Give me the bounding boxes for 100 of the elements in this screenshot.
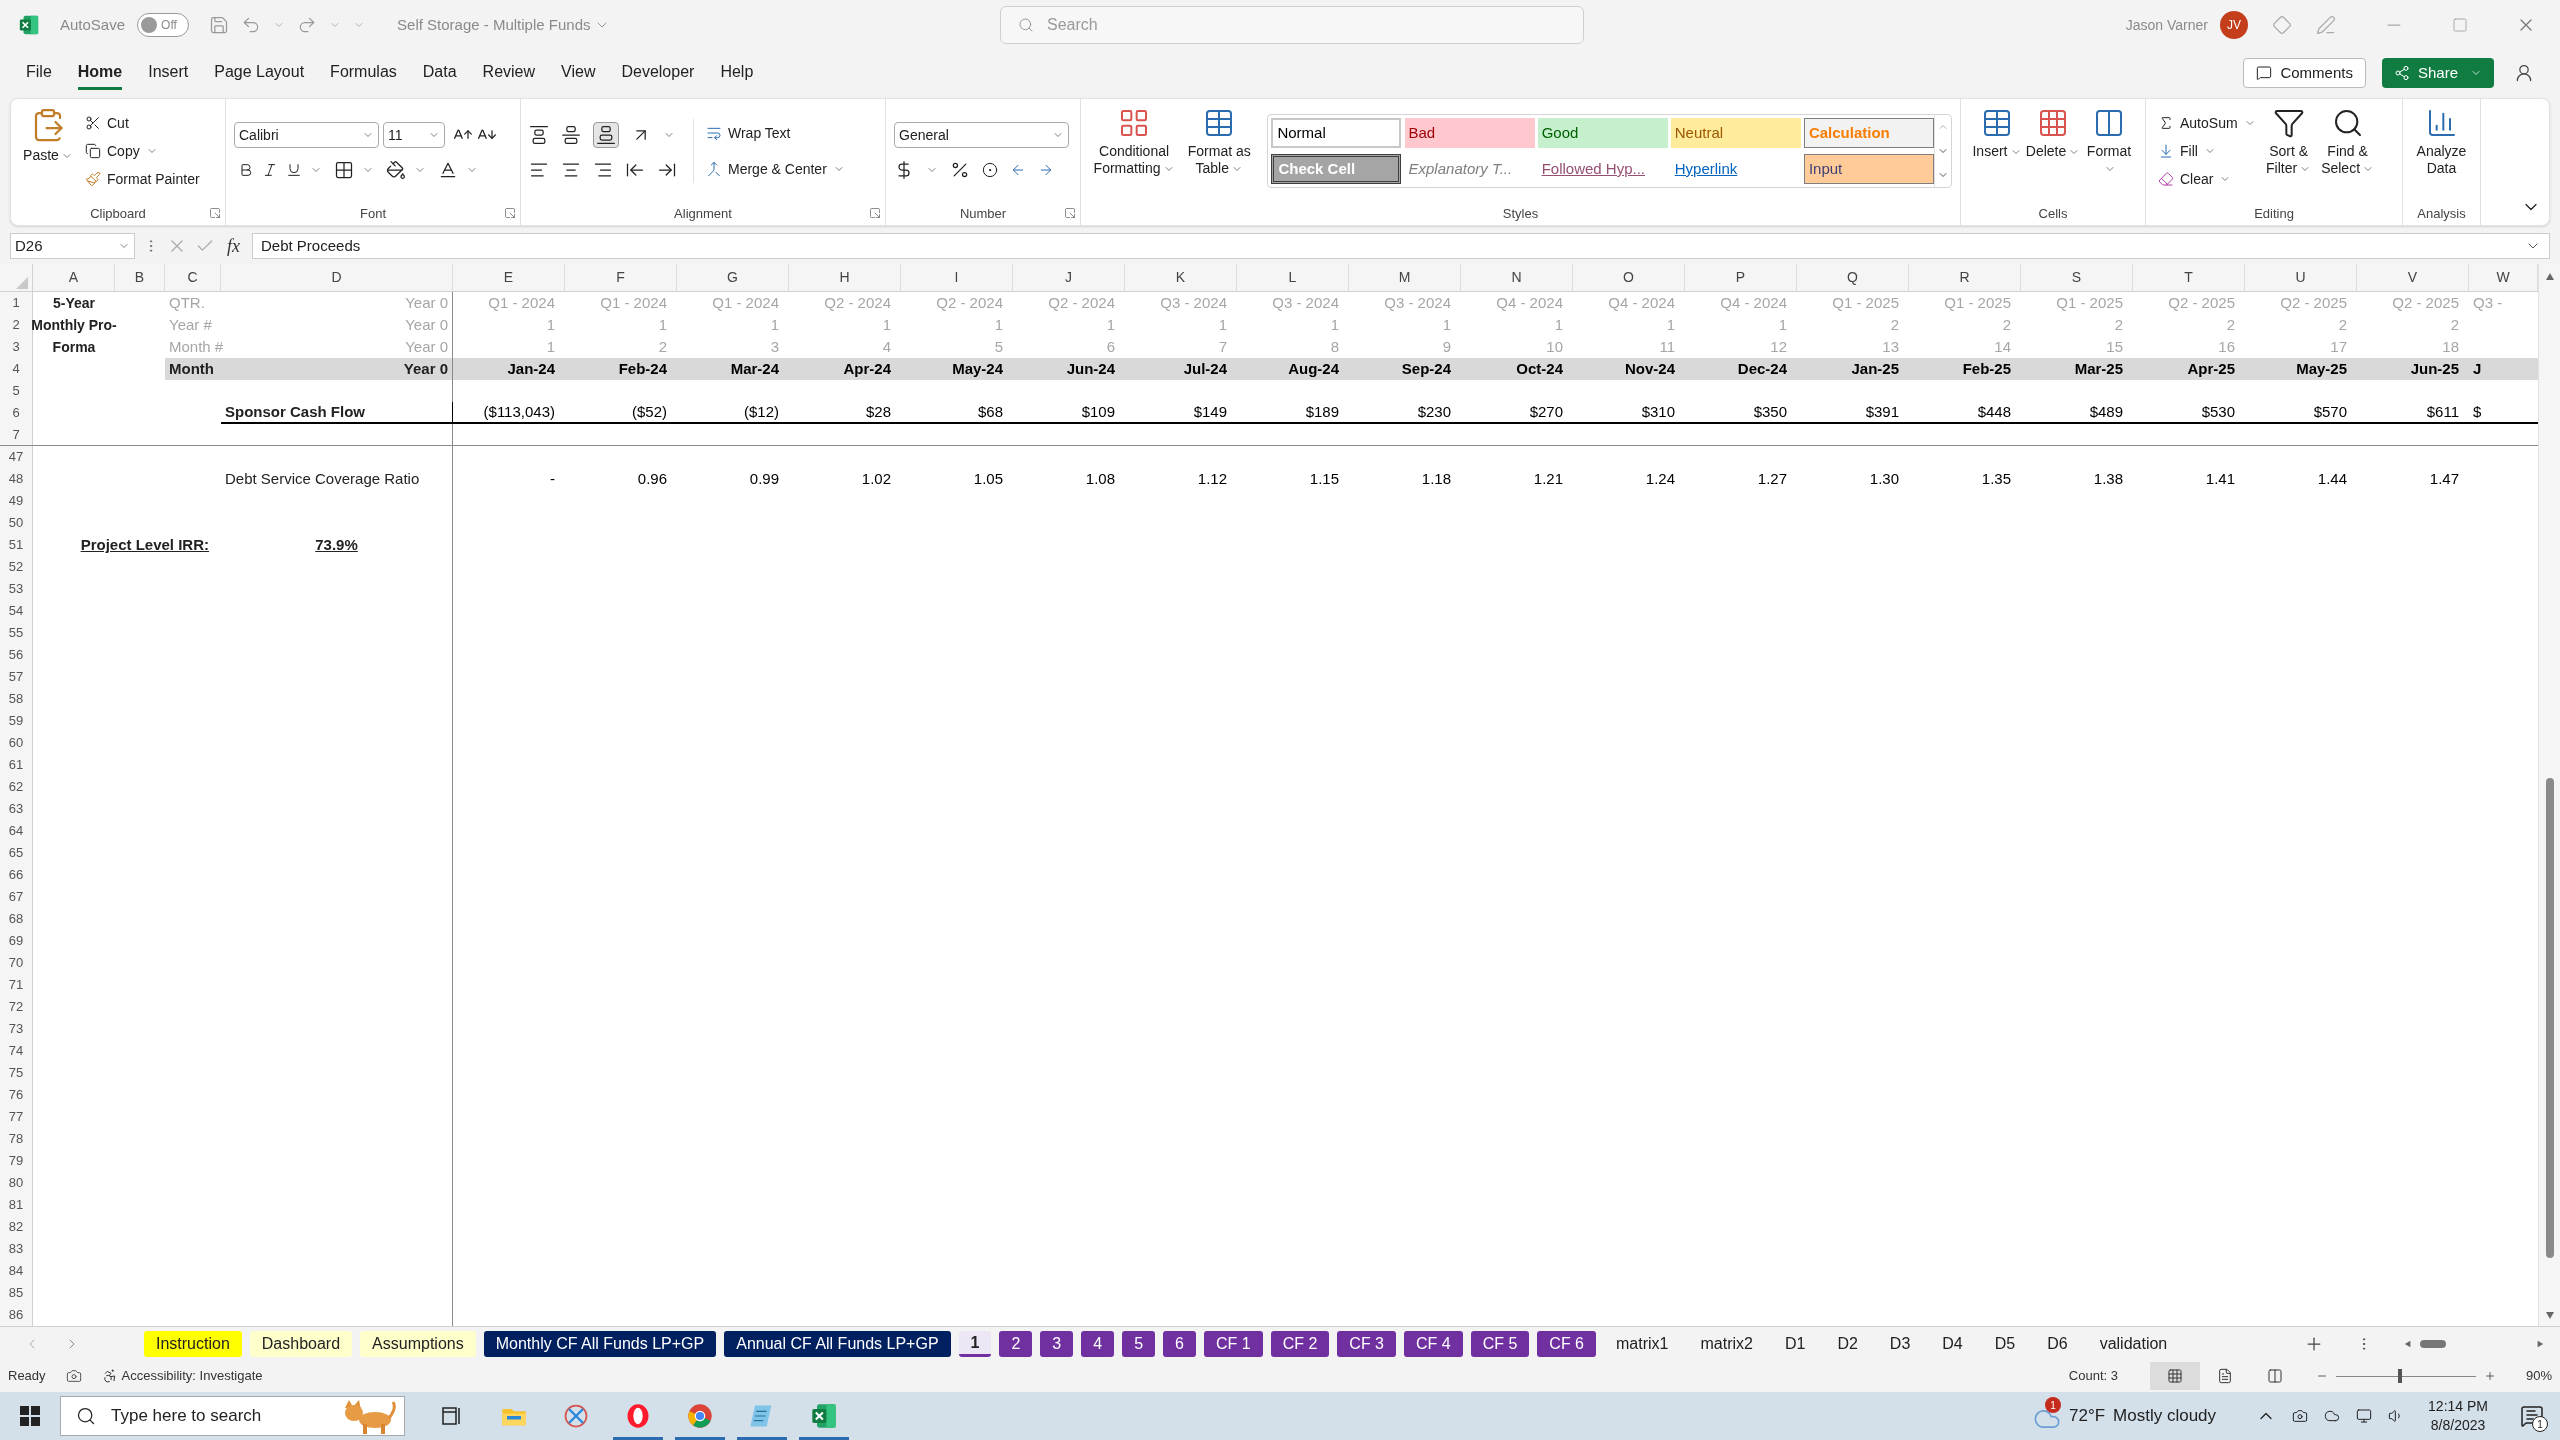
sheet-tab[interactable]: matrix1 [1604,1330,1681,1357]
wrap-text-button[interactable]: Wrap Text [702,119,849,147]
column-header[interactable]: D [331,267,342,288]
sheet-tab[interactable]: CF 2 [1270,1330,1330,1357]
accessibility-button[interactable]: Accessibility: Investigate [101,1366,263,1386]
sheet-tab[interactable]: 6 [1163,1330,1196,1357]
conditional-formatting-button[interactable]: Conditional Formatting [1089,103,1180,199]
sheet-tab[interactable]: Annual CF All Funds LP+GP [724,1330,951,1357]
ribbon-tab[interactable]: View [561,56,596,90]
column-header[interactable]: P [1735,267,1746,288]
dialog-launcher-icon[interactable] [869,207,881,219]
cut-button[interactable]: Cut [81,109,204,137]
ribbon-tab[interactable]: Review [482,56,536,90]
increase-decimal-icon[interactable] [1010,162,1026,178]
format-as-table-button[interactable]: Format as Table [1179,103,1260,199]
sheet-tab[interactable]: D5 [1982,1330,2028,1357]
formula-field[interactable]: Debt Proceeds [252,233,2550,259]
column-header[interactable]: S [2071,267,2082,288]
delete-button[interactable]: Delete [2025,103,2081,199]
dialog-launcher-icon[interactable] [209,207,221,219]
fill-color-icon[interactable] [386,160,406,180]
underline-icon[interactable] [286,162,302,178]
name-box[interactable]: D26 [10,233,135,259]
zoom-level[interactable]: 90% [2512,1366,2552,1386]
sheet-tab[interactable]: CF 6 [1537,1330,1596,1357]
copy-button[interactable]: Copy [81,137,204,165]
browser-icon[interactable] [686,1402,714,1430]
weather-widget[interactable]: 1 72°F Mostly cloudy [2025,1393,2225,1439]
column-header[interactable]: R [1959,267,1970,288]
font-size-field[interactable]: 11 [383,122,445,148]
format-button[interactable]: Format [2081,103,2137,199]
top-align-icon[interactable] [529,125,549,145]
insert-function-label[interactable]: fx [223,232,244,260]
scroll-up-icon[interactable] [2544,272,2555,282]
column-header[interactable]: M [1398,267,1411,288]
column-header[interactable]: H [839,267,850,288]
column-header[interactable]: E [503,267,514,288]
ribbon-tab[interactable]: Insert [148,56,189,90]
clock[interactable]: 12:14 PM 8/8/2023 [2428,1397,2488,1435]
sheet-tab[interactable]: D1 [1772,1330,1818,1357]
bold-icon[interactable] [238,162,254,178]
sheet-tab[interactable]: matrix2 [1688,1330,1765,1357]
column-header[interactable]: J [1065,267,1072,288]
ribbon-tab[interactable]: Help [720,56,754,90]
dialog-launcher-icon[interactable] [1064,207,1076,219]
ribbon-tab[interactable]: Data [422,56,457,90]
column-header[interactable]: G [727,267,738,288]
ribbon-tab[interactable]: Home [77,56,123,90]
percent-icon[interactable] [950,160,970,180]
view-button[interactable] [2150,1362,2200,1390]
ribbon-tab[interactable]: File [26,56,52,90]
network-icon[interactable] [2356,1408,2373,1424]
cell-style[interactable]: Neutral [1670,118,1801,148]
format-painter-button[interactable]: Format Painter [81,165,204,193]
scrollbar-thumb[interactable] [2545,778,2554,1258]
sheet-tab[interactable]: Assumptions [360,1330,476,1357]
cell-style[interactable]: Good [1537,118,1668,148]
autosave-toggle[interactable]: Off [137,13,190,37]
borders-icon[interactable] [334,160,354,180]
ribbon-tab[interactable]: Formulas [330,56,397,90]
cell-style[interactable]: Normal [1271,118,1402,148]
column-header[interactable]: K [1175,267,1186,288]
column-header[interactable]: Q [1847,267,1858,288]
sheet-tab[interactable]: D2 [1825,1330,1870,1357]
sheet-tab[interactable]: Instruction [144,1330,242,1357]
column-header[interactable]: T [2184,267,2193,288]
sheet-tab[interactable]: Monthly CF All Funds LP+GP [483,1330,717,1357]
sheet-tab[interactable]: CF 1 [1204,1330,1263,1357]
cloud-icon[interactable] [2324,1408,2341,1424]
decrease-decimal-icon[interactable] [1038,162,1054,178]
analyze-data-button[interactable]: Analyze Data [2411,103,2472,199]
sheet-tab[interactable]: CF 3 [1337,1330,1396,1357]
italic-icon[interactable] [262,162,278,178]
sheet-tab[interactable]: validation [2087,1330,2180,1357]
cell-style[interactable]: Input [1803,154,1934,184]
clear-button[interactable]: Clear [2154,165,2260,193]
ribbon-tab[interactable]: Page Layout [214,56,305,90]
paste-button[interactable]: Paste [19,103,77,199]
sheet-tab[interactable]: D6 [2035,1330,2080,1357]
sheet-tab[interactable]: 2 [999,1330,1033,1357]
find-select-button[interactable]: Find & Select [2317,103,2378,199]
column-header[interactable]: I [954,267,959,288]
dialog-launcher-icon[interactable] [504,207,516,219]
column-header[interactable]: N [1511,267,1522,288]
column-header[interactable]: W [2496,267,2510,288]
sheet-tab[interactable]: 3 [1040,1330,1074,1357]
insert-button[interactable]: Insert [1969,103,2025,199]
sheet-tab[interactable]: 4 [1081,1330,1115,1357]
column-header[interactable]: L [1288,267,1297,288]
scroll-left-icon[interactable] [2404,1339,2412,1348]
scroll-right-icon[interactable] [2536,1339,2544,1348]
column-header[interactable]: F [616,267,625,288]
column-header[interactable]: O [1623,267,1634,288]
fill-button[interactable]: Fill [2154,137,2260,165]
font-family-field[interactable]: Calibri [234,122,379,148]
share-button[interactable]: Share [2381,58,2494,88]
sheet-tab[interactable]: CF 5 [1470,1330,1530,1357]
notifications-icon[interactable] [2520,1404,2544,1428]
scroll-down-icon[interactable] [2544,1310,2555,1320]
person-icon[interactable] [2514,63,2534,83]
